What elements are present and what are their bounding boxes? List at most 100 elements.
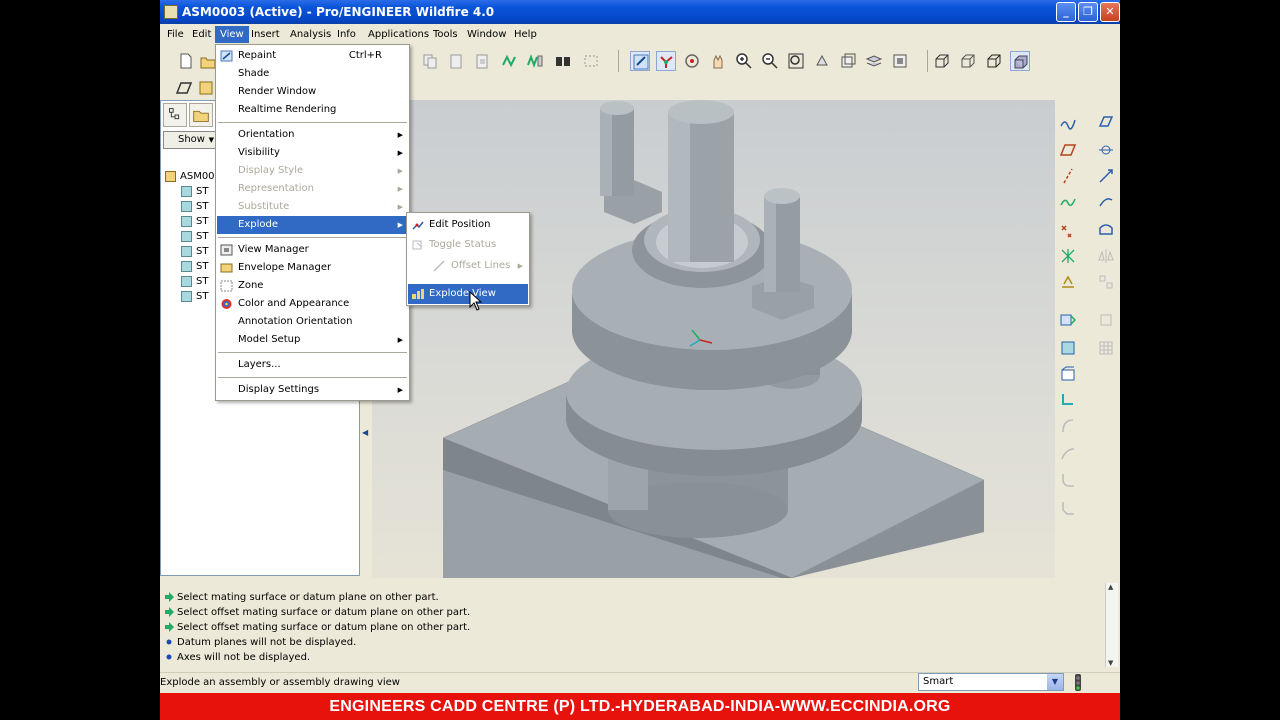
menu-item-repaint[interactable]: Repaint Ctrl+R (217, 47, 408, 65)
menu-item-render-window[interactable]: Render Window (217, 83, 408, 101)
menu-view[interactable]: View (215, 26, 249, 43)
tree-item[interactable]: ST (181, 259, 208, 274)
menu-window[interactable]: Window (462, 26, 511, 43)
model-tree-tab[interactable] (163, 103, 187, 127)
menu-item-edit-position[interactable]: Edit Position (408, 215, 528, 235)
menu-item-zone[interactable]: Zone (217, 277, 408, 295)
package-icon[interactable] (1058, 364, 1078, 384)
datum-axis-icon[interactable] (1096, 140, 1116, 160)
datum-plane-tool-icon[interactable] (1058, 140, 1078, 160)
select-box-icon[interactable] (581, 51, 601, 71)
create-component-icon[interactable] (1058, 338, 1078, 358)
datum-plane-icon[interactable] (1096, 112, 1116, 132)
graphics-viewport[interactable] (372, 100, 1055, 578)
analysis-feature-icon[interactable] (1058, 272, 1078, 292)
curve-tool-icon[interactable] (1058, 192, 1078, 212)
folder-browser-tab[interactable] (189, 103, 213, 127)
csys-tool-icon[interactable] (1058, 246, 1078, 266)
menu-tools[interactable]: Tools (428, 26, 463, 43)
interference-icon[interactable] (1058, 390, 1078, 410)
menu-info[interactable]: Info (332, 26, 361, 43)
new-file-icon[interactable] (176, 51, 196, 71)
maximize-button[interactable]: ❐ (1078, 2, 1098, 22)
datum-icon[interactable] (196, 78, 216, 98)
round-icon[interactable] (1058, 470, 1078, 490)
find-icon[interactable] (553, 51, 573, 71)
close-button[interactable]: ✕ (1100, 2, 1120, 22)
selection-filter-select[interactable]: Smart ▼ (918, 673, 1064, 691)
layers-icon[interactable] (864, 51, 884, 71)
hidden-line-icon[interactable] (958, 51, 978, 71)
menu-item-shade[interactable]: Shade (217, 65, 408, 83)
reorient-icon[interactable] (812, 51, 832, 71)
menu-item-model-setup[interactable]: Model Setup ▶ (217, 331, 408, 349)
tree-item[interactable]: ST (181, 244, 208, 259)
group-icon[interactable] (1096, 310, 1116, 330)
scroll-down-icon[interactable]: ▼ (1108, 659, 1113, 667)
tree-item[interactable]: ST (181, 289, 208, 304)
tree-root[interactable]: ASM00 (165, 169, 215, 184)
tree-item[interactable]: ST (181, 199, 208, 214)
view-manager-icon[interactable] (890, 51, 910, 71)
tree-item[interactable]: ST (181, 229, 208, 244)
menu-item-color-appearance[interactable]: Color and Appearance (217, 295, 408, 313)
message-scrollbar[interactable]: ▲ ▼ (1105, 583, 1118, 667)
chevron-down-icon[interactable]: ▼ (1047, 674, 1063, 690)
menu-item-explode-view[interactable]: Explode View (408, 284, 528, 304)
sweep-icon[interactable] (1058, 444, 1078, 464)
traffic-light-icon[interactable] (1072, 673, 1084, 693)
bend-icon[interactable] (1058, 416, 1078, 436)
spin-center-icon[interactable] (656, 51, 676, 71)
scroll-up-icon[interactable]: ▲ (1108, 583, 1113, 591)
menu-applications[interactable]: Applications (363, 26, 434, 43)
minimize-button[interactable]: _ (1056, 2, 1076, 22)
shading-icon[interactable] (1010, 51, 1030, 71)
menu-item-realtime-rendering[interactable]: Realtime Rendering (217, 101, 408, 119)
assemble-component-icon[interactable] (1058, 310, 1078, 330)
tree-item[interactable]: ST (181, 214, 208, 229)
menu-analysis[interactable]: Analysis (285, 26, 336, 43)
orient-mode-icon[interactable] (682, 51, 702, 71)
tree-item[interactable]: ST (181, 274, 208, 289)
wireframe-icon[interactable] (932, 51, 952, 71)
menu-edit[interactable]: Edit (187, 26, 216, 43)
shell-icon[interactable] (1096, 220, 1116, 240)
repaint-icon[interactable] (630, 51, 650, 71)
menu-help[interactable]: Help (509, 26, 542, 43)
paste-special-icon[interactable] (472, 51, 492, 71)
mirror-icon[interactable] (1096, 246, 1116, 266)
zoom-out-icon[interactable] (760, 51, 780, 71)
point-tool-icon[interactable] (1096, 166, 1116, 186)
menu-item-view-manager[interactable]: View Manager (217, 241, 408, 259)
paste-icon[interactable] (446, 51, 466, 71)
grid-icon[interactable] (1096, 338, 1116, 358)
pan-hand-icon[interactable] (708, 51, 728, 71)
copy-icon[interactable] (420, 51, 440, 71)
menu-item-display-settings[interactable]: Display Settings ▶ (217, 381, 408, 399)
datum-display-icon[interactable] (1058, 112, 1078, 132)
menu-file[interactable]: File (162, 26, 189, 43)
collapse-arrow-icon[interactable]: ◀ (362, 428, 368, 437)
menu-insert[interactable]: Insert (246, 26, 285, 43)
menu-item-annotation-orientation[interactable]: Annotation Orientation (217, 313, 408, 331)
no-hidden-icon[interactable] (984, 51, 1004, 71)
sketch-icon[interactable] (174, 78, 194, 98)
tree-item[interactable]: ST (181, 184, 208, 199)
menu-item-envelope-manager[interactable]: Envelope Manager (217, 259, 408, 277)
saved-views-icon[interactable] (838, 51, 858, 71)
zoom-in-icon[interactable] (734, 51, 754, 71)
show-dropdown[interactable]: Show ▼ (163, 131, 217, 149)
toolbar-separator (618, 50, 619, 72)
refit-icon[interactable] (786, 51, 806, 71)
pattern-icon[interactable] (1096, 272, 1116, 292)
regenerate-manager-icon[interactable] (525, 51, 545, 71)
menu-item-orientation[interactable]: Orientation ▶ (217, 126, 408, 144)
menu-item-explode[interactable]: Explode ▶ (217, 216, 408, 234)
surface-tool-icon[interactable] (1096, 192, 1116, 212)
chamfer-icon[interactable] (1058, 498, 1078, 518)
regenerate-icon[interactable] (499, 51, 519, 71)
axis-tool-icon[interactable] (1058, 166, 1078, 186)
menu-item-visibility[interactable]: Visibility ▶ (217, 144, 408, 162)
datum-point-icon[interactable] (1058, 220, 1078, 240)
menu-item-layers[interactable]: Layers... (217, 356, 408, 374)
